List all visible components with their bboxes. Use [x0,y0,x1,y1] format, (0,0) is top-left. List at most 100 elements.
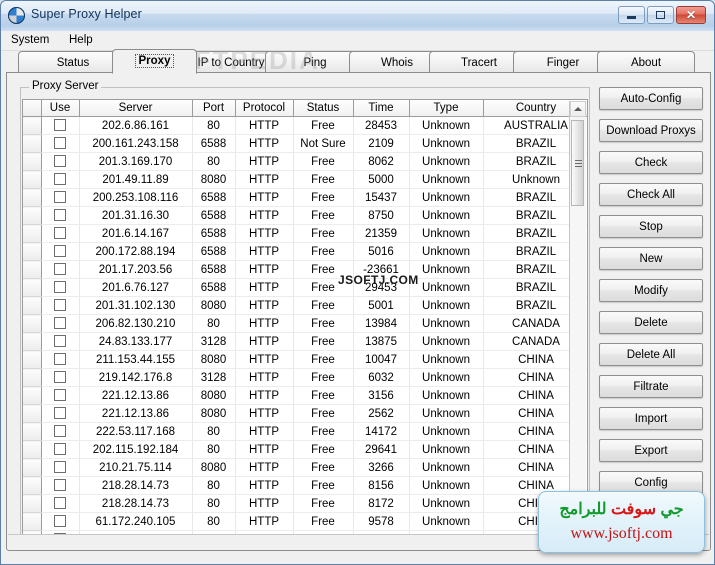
row-header[interactable] [23,134,42,153]
new-button[interactable]: New [599,247,703,270]
use-checkbox-cell[interactable] [41,476,80,495]
row-header[interactable] [23,260,42,279]
maximize-button[interactable] [647,6,674,24]
row-header[interactable] [23,296,42,315]
row-header[interactable] [23,494,42,513]
use-checkbox-cell[interactable] [41,116,80,135]
row-header[interactable] [23,278,42,297]
checkbox-icon[interactable] [54,245,66,258]
close-button[interactable]: ✕ [676,6,706,24]
export-button[interactable]: Export [599,439,703,462]
row-header[interactable] [23,386,42,405]
checkbox-icon[interactable] [54,479,66,492]
use-checkbox-cell[interactable] [41,224,80,243]
menu-item-system[interactable]: System [6,33,54,47]
row-header[interactable] [23,332,42,351]
row-header[interactable] [23,368,42,387]
checkbox-icon[interactable] [54,263,66,276]
row-header[interactable] [23,170,42,189]
row-header[interactable] [23,224,42,243]
table-row[interactable]: 200.172.88.194 6588 HTTP Free 5016 Unknown BRA… [23,242,587,261]
table-row[interactable]: 221.12.13.86 8080 HTTP Free 3156 Unknown CHINA [23,386,587,405]
checkbox-icon[interactable] [54,137,66,150]
checkbox-icon[interactable] [54,209,66,222]
minimize-button[interactable] [618,6,645,24]
tab-about[interactable]: About [597,51,695,73]
table-row[interactable]: 201.3.169.170 80 HTTP Free 8062 Unknown BRAZIL [23,152,587,171]
use-checkbox-cell[interactable] [41,512,80,531]
use-checkbox-cell[interactable] [41,368,80,387]
checkbox-icon[interactable] [54,119,66,132]
grid-vertical-scrollbar[interactable] [569,101,586,533]
filtrate-button[interactable]: Filtrate [599,375,703,398]
table-row[interactable]: 218.28.14.73 80 HTTP Free 8172 Unknown CHINA [23,494,587,513]
row-header[interactable] [23,440,42,459]
scrollbar-thumb[interactable] [571,120,584,206]
checkbox-icon[interactable] [54,461,66,474]
use-checkbox-cell[interactable] [41,422,80,441]
table-row[interactable]: 201.6.76.127 6588 HTTP Free 29453 Unknown BRAZ… [23,278,587,297]
row-header[interactable] [23,404,42,423]
table-row[interactable]: 202.6.86.161 80 HTTP Free 28453 Unknown AUSTRA… [23,116,587,135]
use-checkbox-cell[interactable] [41,260,80,279]
delete-button[interactable]: Delete [599,311,703,334]
row-header[interactable] [23,422,42,441]
checkbox-icon[interactable] [54,515,66,528]
checkbox-icon[interactable] [54,191,66,204]
checkbox-icon[interactable] [54,317,66,330]
checkbox-icon[interactable] [54,335,66,348]
checkbox-icon[interactable] [54,443,66,456]
table-row[interactable]: 201.17.203.56 6588 HTTP Free -23661 Unknown BR… [23,260,587,279]
use-checkbox-cell[interactable] [41,152,80,171]
table-row[interactable]: 222.53.117.168 80 HTTP Free 14172 Unknown CHIN… [23,422,587,441]
check-all-button[interactable]: Check All [599,183,703,206]
download-proxys-button[interactable]: Download Proxys [599,119,703,142]
checkbox-icon[interactable] [54,227,66,240]
column-header-use[interactable]: Use [41,100,80,117]
use-checkbox-cell[interactable] [41,242,80,261]
row-header[interactable] [23,116,42,135]
table-row[interactable]: 24.83.133.177 3128 HTTP Free 13875 Unknown CAN… [23,332,587,351]
table-row[interactable]: 201.31.16.30 6588 HTTP Free 8750 Unknown BRAZI… [23,206,587,225]
checkbox-icon[interactable] [54,173,66,186]
use-checkbox-cell[interactable] [41,296,80,315]
table-row[interactable]: 201.31.102.130 8080 HTTP Free 5001 Unknown BRA… [23,296,587,315]
use-checkbox-cell[interactable] [41,188,80,207]
table-row[interactable]: 206.82.130.210 80 HTTP Free 13984 Unknown CANA… [23,314,587,333]
stop-button[interactable]: Stop [599,215,703,238]
auto-config-button[interactable]: Auto-Config [599,87,703,110]
row-header[interactable] [23,476,42,495]
table-row[interactable]: 201.49.11.89 8080 HTTP Free 5000 Unknown Unkno… [23,170,587,189]
use-checkbox-cell[interactable] [41,170,80,189]
table-row[interactable]: 211.153.44.155 8080 HTTP Free 10047 Unknown CH… [23,350,587,369]
scroll-up-button[interactable] [570,101,586,117]
checkbox-icon[interactable] [54,497,66,510]
table-row[interactable]: 221.12.13.86 8080 HTTP Free 2562 Unknown CHINA [23,404,587,423]
table-row[interactable]: 219.142.176.8 3128 HTTP Free 6032 Unknown CHIN… [23,368,587,387]
table-row[interactable]: 200.253.108.116 6588 HTTP Free 15437 Unknown B… [23,188,587,207]
use-checkbox-cell[interactable] [41,350,80,369]
use-checkbox-cell[interactable] [41,332,80,351]
import-button[interactable]: Import [599,407,703,430]
proxy-grid[interactable]: Use Server Port Protocol Status Time Type Count… [22,99,588,535]
use-checkbox-cell[interactable] [41,440,80,459]
use-checkbox-cell[interactable] [41,314,80,333]
table-row[interactable]: 61.172.240.105 80 HTTP Free 9578 Unknown CHINA [23,512,587,531]
row-header[interactable] [23,188,42,207]
column-header-status[interactable]: Status [293,100,354,117]
use-checkbox-cell[interactable] [41,386,80,405]
table-row[interactable]: 201.6.14.167 6588 HTTP Free 21359 Unknown BRAZ… [23,224,587,243]
use-checkbox-cell[interactable] [41,404,80,423]
row-header[interactable] [23,314,42,333]
checkbox-icon[interactable] [54,407,66,420]
checkbox-icon[interactable] [54,155,66,168]
table-row[interactable]: 200.161.243.158 6588 HTTP Not Sure 2109 Unkno… [23,134,587,153]
row-header[interactable] [23,458,42,477]
modify-button[interactable]: Modify [599,279,703,302]
row-header[interactable] [23,350,42,369]
use-checkbox-cell[interactable] [41,206,80,225]
column-header-time[interactable]: Time [353,100,410,117]
checkbox-icon[interactable] [54,281,66,294]
check-button[interactable]: Check [599,151,703,174]
row-header[interactable] [23,242,42,261]
